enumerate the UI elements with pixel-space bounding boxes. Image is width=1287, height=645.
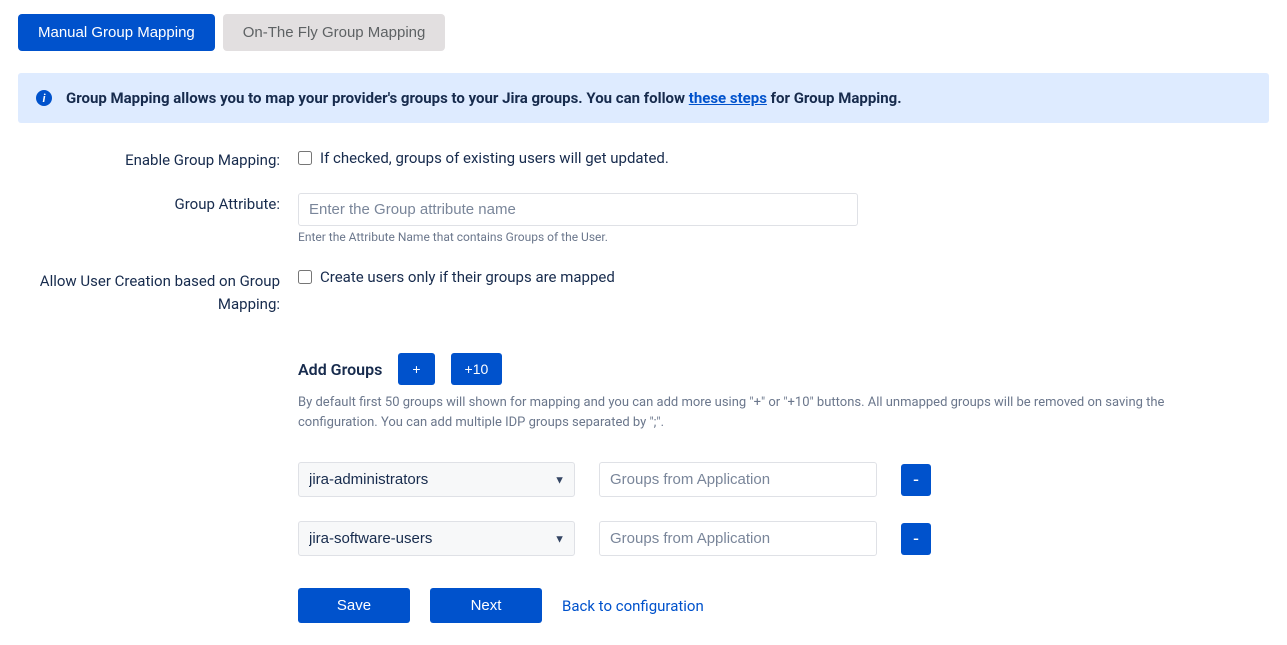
add-groups-title: Add Groups [298, 360, 382, 379]
add-groups-helper: By default first 50 groups will shown fo… [298, 393, 1228, 432]
group-mapping-row: jira-administrators ▼ - [298, 462, 1269, 497]
enable-group-mapping-checkbox-label[interactable]: If checked, groups of existing users wil… [298, 149, 1269, 167]
form-area: Enable Group Mapping: If checked, groups… [18, 147, 1269, 623]
allow-user-creation-checkbox-label[interactable]: Create users only if their groups are ma… [298, 268, 1269, 286]
enable-group-mapping-checkbox[interactable] [298, 151, 312, 165]
enable-group-mapping-text: If checked, groups of existing users wil… [320, 149, 669, 167]
add-group-plus-button[interactable]: + [398, 353, 434, 385]
group-select-wrap: jira-software-users ▼ [298, 521, 575, 556]
info-link-these-steps[interactable]: these steps [689, 89, 767, 107]
group-application-input[interactable] [599, 462, 877, 497]
group-application-input[interactable] [599, 521, 877, 556]
group-select[interactable]: jira-software-users [298, 521, 575, 556]
next-button[interactable]: Next [430, 588, 542, 623]
label-group-attribute: Group Attribute: [18, 191, 298, 213]
label-allow-user-creation: Allow User Creation based on Group Mappi… [18, 266, 298, 315]
label-enable-group-mapping: Enable Group Mapping: [18, 147, 298, 169]
add-group-plus10-button[interactable]: +10 [451, 353, 503, 385]
tab-on-the-fly-group-mapping[interactable]: On-The Fly Group Mapping [223, 14, 446, 51]
row-enable-group-mapping: Enable Group Mapping: If checked, groups… [18, 147, 1269, 169]
remove-group-button[interactable]: - [901, 464, 931, 496]
row-add-groups: Add Groups + +10 By default first 50 gro… [18, 351, 1269, 623]
group-mapping-row: jira-software-users ▼ - [298, 521, 1269, 556]
info-text-prefix: Group Mapping allows you to map your pro… [66, 89, 689, 107]
group-attribute-input[interactable] [298, 193, 858, 226]
remove-group-button[interactable]: - [901, 523, 931, 555]
allow-user-creation-checkbox[interactable] [298, 270, 312, 284]
info-text-suffix: for Group Mapping. [767, 89, 902, 107]
info-text: Group Mapping allows you to map your pro… [66, 89, 902, 107]
tabs: Manual Group Mapping On-The Fly Group Ma… [18, 14, 1269, 51]
allow-user-creation-text: Create users only if their groups are ma… [320, 268, 615, 286]
back-to-configuration-link[interactable]: Back to configuration [562, 597, 704, 615]
group-select[interactable]: jira-administrators [298, 462, 575, 497]
info-banner: i Group Mapping allows you to map your p… [18, 73, 1269, 123]
save-button[interactable]: Save [298, 588, 410, 623]
row-group-attribute: Group Attribute: Enter the Attribute Nam… [18, 191, 1269, 244]
tab-manual-group-mapping[interactable]: Manual Group Mapping [18, 14, 215, 51]
form-actions: Save Next Back to configuration [298, 588, 1269, 623]
info-icon: i [36, 90, 52, 106]
group-select-wrap: jira-administrators ▼ [298, 462, 575, 497]
row-allow-user-creation: Allow User Creation based on Group Mappi… [18, 266, 1269, 315]
group-attribute-helper: Enter the Attribute Name that contains G… [298, 230, 1269, 244]
